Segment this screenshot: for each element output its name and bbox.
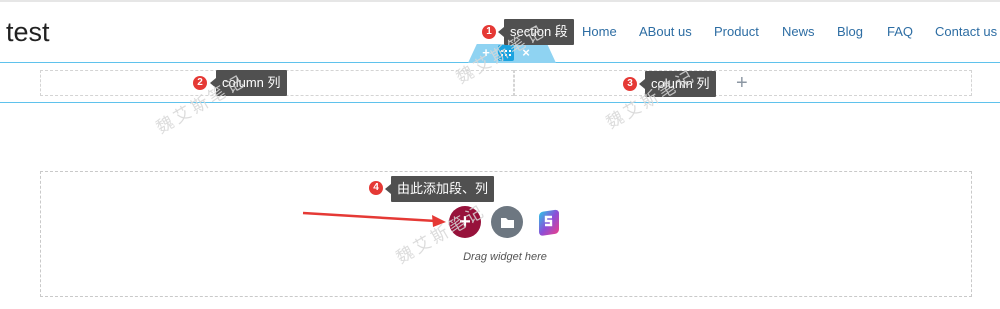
folder-icon [501, 218, 514, 228]
starter-templates-button[interactable] [533, 206, 565, 238]
nav-item-faq[interactable]: FAQ [887, 22, 913, 42]
logo-icon [539, 209, 559, 236]
nav-item-blog[interactable]: Blog [837, 22, 863, 42]
plus-icon: + [736, 72, 748, 94]
nav-item-product[interactable]: Product [714, 22, 759, 42]
callout-badge-1: 1 [482, 25, 496, 39]
add-template-button[interactable] [491, 206, 523, 238]
nav-item-contact[interactable]: Contact us [935, 22, 997, 42]
callout-badge-4: 4 [369, 181, 383, 195]
drag-widget-hint: Drag widget here [463, 251, 547, 263]
nav-item-news[interactable]: News [782, 22, 815, 42]
top-border [0, 0, 1000, 2]
nav-item-about[interactable]: ABout us [639, 22, 692, 42]
add-column-button[interactable]: + [736, 71, 748, 95]
callout-add-hint: 由此添加段、列 [384, 176, 495, 202]
callout-badge-3: 3 [623, 77, 637, 91]
section-bottom-border [0, 102, 1000, 103]
nav-item-home[interactable]: Home [582, 22, 617, 42]
